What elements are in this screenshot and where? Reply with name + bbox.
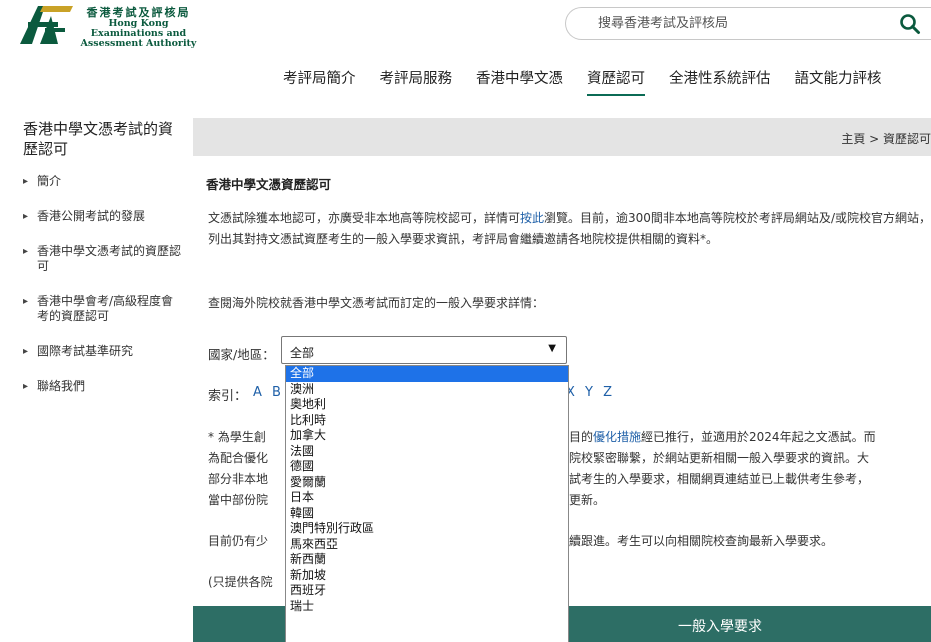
country-select[interactable]: 全部 ▼ <box>281 336 567 364</box>
dropdown-option[interactable]: 比利時 <box>286 413 568 429</box>
dropdown-option[interactable]: 瑞士 <box>286 599 568 615</box>
index-letters-right[interactable]: X Y Z <box>566 385 615 400</box>
dropdown-option[interactable]: 加拿大 <box>286 428 568 444</box>
query-text: 查閱海外院校就香港中學文憑考試而訂定的一般入學要求詳情： <box>208 296 545 310</box>
sidebar-item-development[interactable]: 香港公開考試的發展 <box>23 209 183 224</box>
note-text-2: 經已推行，並適用於2024年起之文憑試。而 <box>641 430 876 444</box>
note-line1-right: 目的優化措施經已推行，並適用於2024年起之文憑試。而 <box>569 427 931 448</box>
country-select-value: 全部 <box>290 346 315 360</box>
note-line2-right: 院校緊密聯繫，於網站更新相關一般入學要求的資訊。大 <box>569 451 870 465</box>
dropdown-option[interactable]: 全部 <box>286 366 568 382</box>
breadcrumb-bar: 主頁 > 資歷認可 <box>193 118 931 156</box>
nav-item-recognition[interactable]: 資歷認可 <box>587 67 645 96</box>
dropdown-option[interactable]: 新加坡 <box>286 568 568 584</box>
search-box <box>565 7 931 40</box>
optimisation-link[interactable]: 優化措施 <box>593 430 641 444</box>
intro-text-1: 文憑試除獲本地認可，亦廣受非本地高等院校認可，詳情可 <box>208 211 521 225</box>
nav-item-about[interactable]: 考評局簡介 <box>283 67 356 96</box>
main-navigation: 考評局簡介 考評局服務 香港中學文憑 資歷認可 全港性系統評估 語文能力評核 <box>283 67 906 96</box>
dropdown-option[interactable]: 西班牙 <box>286 583 568 599</box>
section-title: 香港中學文憑資歷認可 <box>206 177 332 192</box>
sidebar-item-hkdse-recognition[interactable]: 香港中學文憑考試的資歷認可 <box>23 244 183 274</box>
sidebar-item-benchmarking[interactable]: 國際考試基準研究 <box>23 344 183 359</box>
sidebar-menu: 簡介 香港公開考試的發展 香港中學文憑考試的資歷認可 香港中學會考/高級程度會考… <box>23 174 183 394</box>
sidebar-item-contact[interactable]: 聯絡我們 <box>23 379 183 394</box>
dropdown-option[interactable]: 日本 <box>286 490 568 506</box>
dropdown-option[interactable]: 馬來西亞 <box>286 537 568 553</box>
intro-link[interactable]: 按此 <box>520 211 544 225</box>
note-line3-right: 試考生的入學要求，相關網頁連結並已上載供考生參考， <box>569 472 870 486</box>
search-input[interactable] <box>598 16 878 31</box>
nav-item-services[interactable]: 考評局服務 <box>380 67 453 96</box>
dropdown-option[interactable]: 澳洲 <box>286 382 568 398</box>
dropdown-option[interactable]: 愛爾蘭 <box>286 475 568 491</box>
hkeaa-logo[interactable]: 香港考試及評核局 Hong Kong Examinations and Asse… <box>18 4 201 49</box>
search-icon[interactable] <box>899 13 921 35</box>
dropdown-option[interactable]: 韓國 <box>286 506 568 522</box>
nav-item-tsa[interactable]: 全港性系統評估 <box>669 67 771 96</box>
dropdown-option[interactable]: 法國 <box>286 444 568 460</box>
breadcrumb: 主頁 > 資歷認可 <box>841 132 931 146</box>
index-label: 索引： <box>208 389 248 404</box>
country-dropdown-list: 全部 澳洲 奧地利 比利時 加拿大 法國 德國 愛爾蘭 日本 韓國 澳門特別行政區 馬來西亞 新西蘭 新加… <box>285 365 569 642</box>
index-letters-left[interactable]: A B <box>253 385 284 400</box>
nav-item-lpat[interactable]: 語文能力評核 <box>795 67 882 96</box>
nav-item-hkdse[interactable]: 香港中學文憑 <box>476 67 563 96</box>
sidebar-item-hkcee-recognition[interactable]: 香港中學會考/高級程度會考的資歷認可 <box>23 294 183 324</box>
general-requirements-label: 一般入學要求 <box>678 619 762 635</box>
logo-english-name-3: Assessment Authority <box>80 38 197 49</box>
country-filter-label: 國家/地區： <box>208 347 275 362</box>
logo-text: 香港考試及評核局 Hong Kong Examinations and Asse… <box>76 6 201 49</box>
dropdown-arrow-icon: ▼ <box>548 343 556 354</box>
dropdown-option[interactable]: 新西蘭 <box>286 552 568 568</box>
intro-paragraph: 文憑試除獲本地認可，亦廣受非本地高等院校認可，詳情可按此瀏覽。目前，逾300間非… <box>208 208 931 250</box>
dropdown-option[interactable]: 奧地利 <box>286 397 568 413</box>
dropdown-option[interactable]: 德國 <box>286 459 568 475</box>
hkeaa-logo-icon <box>20 6 73 44</box>
dropdown-option[interactable]: 澳門特別行政區 <box>286 521 568 537</box>
sidebar-title: 香港中學文憑考試的資歷認可 <box>23 120 174 158</box>
sidebar-item-intro[interactable]: 簡介 <box>23 174 183 189</box>
current-note-right: 續跟進。考生可以向相關院校查詢最新入學要求。 <box>569 534 834 548</box>
note-text: 目的 <box>569 430 594 444</box>
note-line4-right: 更新。 <box>569 493 606 507</box>
